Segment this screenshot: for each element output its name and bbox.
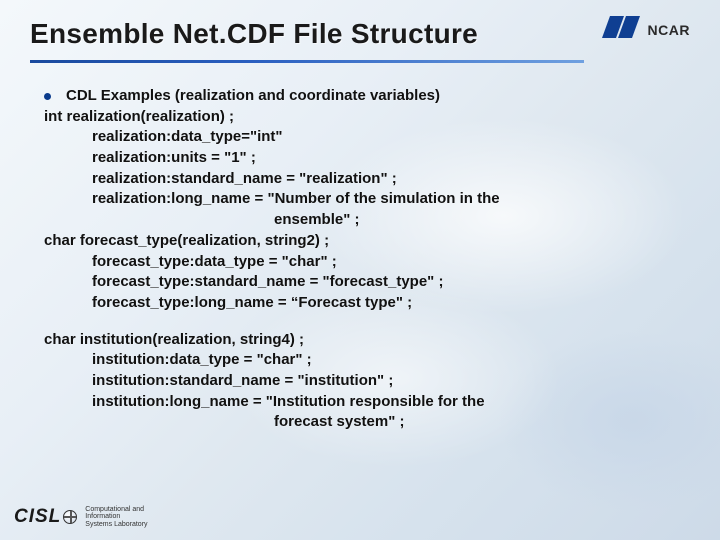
bullet-icon xyxy=(44,93,51,100)
code-line: char forecast_type(realization, string2)… xyxy=(44,231,684,252)
code-line: char institution(realization, string4) ; xyxy=(44,330,684,351)
slide-title: Ensemble Net.CDF File Structure xyxy=(30,18,584,58)
code-line: int realization(realization) ; xyxy=(44,107,684,128)
cisl-sub-line: Systems Laboratory xyxy=(85,521,147,528)
title-wrap: Ensemble Net.CDF File Structure xyxy=(30,18,584,63)
globe-icon xyxy=(63,510,77,524)
cisl-sub-line: Information xyxy=(85,513,120,520)
code-line: realization:standard_name = "realization… xyxy=(44,169,684,190)
code-line: realization:long_name = "Number of the s… xyxy=(44,189,684,210)
block-gap xyxy=(44,314,684,330)
bullet-item: CDL Examples (realization and coordinate… xyxy=(44,86,684,107)
code-line-continuation: ensemble" ; xyxy=(44,210,684,231)
ncar-logo-icon xyxy=(602,16,642,43)
ncar-logo-text: NCAR xyxy=(648,22,690,38)
cisl-logo: CISL Computational and Information Syste… xyxy=(14,506,148,528)
bullet-text: CDL Examples (realization and coordinate… xyxy=(66,87,440,104)
cisl-sub-line: Computational and xyxy=(85,506,144,513)
cisl-mark: CISL xyxy=(14,506,77,528)
cisl-text: CISL xyxy=(14,506,61,528)
code-line: realization:data_type="int" xyxy=(44,127,684,148)
code-line: forecast_type:data_type = "char" ; xyxy=(44,252,684,273)
code-line: institution:data_type = "char" ; xyxy=(44,350,684,371)
code-line: institution:long_name = "Institution res… xyxy=(44,392,684,413)
ncar-logo: NCAR xyxy=(602,16,690,43)
code-line: forecast_type:standard_name = "forecast_… xyxy=(44,272,684,293)
code-line: realization:units = "1" ; xyxy=(44,148,684,169)
code-line: institution:standard_name = "institution… xyxy=(44,371,684,392)
title-underline xyxy=(30,60,584,63)
slide-header: Ensemble Net.CDF File Structure NCAR xyxy=(30,18,690,63)
code-line-continuation: forecast system" ; xyxy=(44,412,684,433)
code-line: forecast_type:long_name = “Forecast type… xyxy=(44,293,684,314)
cisl-sub: Computational and Information Systems La… xyxy=(85,506,147,528)
slide-body: CDL Examples (realization and coordinate… xyxy=(44,86,684,433)
